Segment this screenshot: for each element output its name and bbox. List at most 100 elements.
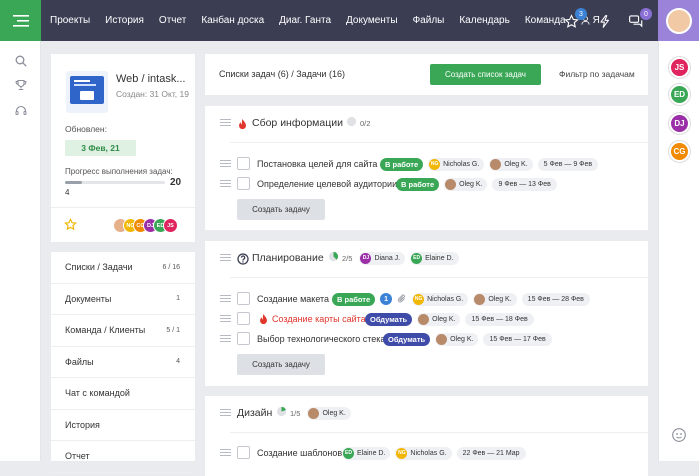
nav-projects[interactable]: Проекты <box>50 15 90 26</box>
date-range[interactable]: 15 Фев — 28 Фев <box>521 292 590 306</box>
menu-item-label: Списки / Задачи <box>65 262 133 273</box>
task-checkbox[interactable] <box>237 177 250 190</box>
status-tag[interactable]: Обдумать <box>365 312 413 326</box>
messages-button[interactable]: 0 <box>626 8 652 31</box>
menu-item-label: Отчет <box>65 451 90 462</box>
task-checkbox[interactable] <box>237 332 250 345</box>
menu-item[interactable]: Списки / Задачи 6 / 16 <box>51 252 195 284</box>
task-title[interactable]: Создание шаблонов <box>257 448 342 458</box>
status-tag[interactable]: В работе <box>332 292 376 306</box>
team-member-avatar[interactable]: ED <box>669 84 690 105</box>
create-task-button[interactable]: Создать задачу <box>237 199 325 220</box>
right-rail: JS ED DJ CG <box>658 41 699 461</box>
quick-actions-button[interactable] <box>595 11 615 31</box>
assignee-chip[interactable]: DJ Diana J. <box>359 251 406 265</box>
menu-item-count: 1 <box>176 295 180 303</box>
task-chips: В работе NG Nicholas G. Oleg K. 5 Фев — 9 Фе… <box>380 157 603 171</box>
menu-item[interactable]: Отчет <box>51 441 195 473</box>
drag-handle-icon[interactable] <box>220 160 231 167</box>
task-checkbox[interactable] <box>237 446 250 459</box>
status-tag[interactable]: В работе <box>380 157 424 171</box>
task-list-title[interactable]: Планирование <box>252 252 324 264</box>
assignee-chip[interactable]: NG Nicholas G. <box>412 292 469 306</box>
nav-team[interactable]: Команда <box>525 15 566 26</box>
comment-count-badge[interactable]: 1 <box>380 293 393 305</box>
attachment-icon[interactable] <box>397 294 407 304</box>
create-task-button[interactable]: Создать задачу <box>237 354 325 375</box>
date-range[interactable]: 22 Фев — 21 Мар <box>456 446 526 460</box>
task-title[interactable]: Создание макета <box>257 294 329 304</box>
task-checkbox[interactable] <box>237 157 250 170</box>
project-title[interactable]: Web / intask... <box>116 73 186 85</box>
date-range[interactable]: 15 Фев — 17 Фев <box>483 332 552 346</box>
nav-history[interactable]: История <box>105 15 144 26</box>
team-member-avatar[interactable]: DJ <box>669 113 690 134</box>
tasks-summary: Списки задач (6) / Задачи (16) <box>219 69 345 79</box>
assignee-chip[interactable]: Oleg K. <box>444 177 488 191</box>
assignee-chip[interactable]: Oleg K. <box>307 406 351 420</box>
project-menu: Списки / Задачи 6 / 16 Документы 1 Команда /… <box>51 252 195 473</box>
progress-pie-icon <box>328 249 339 267</box>
task-title[interactable]: Определение целевой аудитории <box>257 179 397 189</box>
avatar[interactable]: JS <box>163 218 178 233</box>
assignee-chip[interactable]: NG Nicholas G. <box>428 157 485 171</box>
assignee-chip[interactable]: ED Elaine D. <box>410 251 459 265</box>
project-thumbnail[interactable] <box>66 71 108 113</box>
task-title[interactable]: Создание карты сайта <box>272 314 366 324</box>
create-task-list-button[interactable]: Создать список задач <box>430 64 541 85</box>
task-list-title[interactable]: Сбор информации <box>252 117 343 129</box>
task-checkbox[interactable] <box>237 292 250 305</box>
assignee-chip[interactable]: NG Nicholas G. <box>395 446 452 460</box>
updated-label: Обновлен: <box>65 124 107 134</box>
assignee-chip[interactable]: Oleg K. <box>417 312 461 326</box>
menu-button[interactable] <box>0 0 41 41</box>
menu-item[interactable]: Документы 1 <box>51 284 195 315</box>
menu-item[interactable]: Команда / Клиенты 5 / 1 <box>51 315 195 347</box>
assignee-name: Elaine D. <box>425 254 454 262</box>
date-range[interactable]: 5 Фев — 9 Фев <box>537 157 599 171</box>
date-range[interactable]: 9 Фев — 13 Фев <box>492 177 557 191</box>
menu-item[interactable]: Чат с командой <box>51 378 195 410</box>
task-title[interactable]: Выбор технологического стека <box>257 334 385 344</box>
date-range[interactable]: 15 Фев — 18 Фев <box>465 312 534 326</box>
task-checkbox[interactable] <box>237 312 250 325</box>
drag-handle-icon[interactable] <box>220 295 231 302</box>
drag-handle-icon[interactable] <box>220 119 231 126</box>
favorites-button[interactable]: 3 <box>561 8 587 31</box>
nav-calendar[interactable]: Календарь <box>459 15 509 26</box>
team-member-avatar[interactable]: JS <box>669 57 690 78</box>
nav-kanban[interactable]: Канбан доска <box>201 15 264 26</box>
assignee-chip[interactable]: Oleg K. <box>435 332 479 346</box>
assignee-chip[interactable]: ED Elaine D. <box>342 446 391 460</box>
assignee-chip[interactable]: Oleg K. <box>473 292 517 306</box>
assignee-chip[interactable]: Oleg K. <box>489 157 533 171</box>
nav-documents[interactable]: Документы <box>346 15 398 26</box>
drag-handle-icon[interactable] <box>220 409 231 416</box>
achievements-button[interactable] <box>13 77 28 92</box>
task-row: Выбор технологического стека Обдумать Oleg… <box>205 329 648 349</box>
filter-tasks-link[interactable]: Фильтр по задачам <box>559 69 635 79</box>
favorite-project-button[interactable] <box>63 217 78 236</box>
task-title[interactable]: Постановка целей для сайта <box>257 159 377 169</box>
menu-item[interactable]: Файлы 4 <box>51 347 195 378</box>
project-team-avatars[interactable]: NG CG DJ ED JS <box>113 218 193 233</box>
progress-bar <box>65 181 165 184</box>
drag-handle-icon[interactable] <box>220 449 231 456</box>
nav-files[interactable]: Файлы <box>413 15 445 26</box>
drag-handle-icon[interactable] <box>220 254 231 261</box>
nav-gantt[interactable]: Диаг. Ганта <box>279 15 331 26</box>
support-chat-button[interactable] <box>671 427 687 448</box>
team-member-avatar[interactable]: CG <box>669 141 690 162</box>
search-button[interactable] <box>13 53 28 68</box>
status-tag[interactable]: Обдумать <box>383 332 431 346</box>
task-row: Определение целевой аудитории В работе Ole… <box>205 174 648 194</box>
drag-handle-icon[interactable] <box>220 180 231 187</box>
current-user-avatar[interactable] <box>658 0 699 41</box>
drag-handle-icon[interactable] <box>220 315 231 322</box>
drag-handle-icon[interactable] <box>220 335 231 342</box>
nav-report[interactable]: Отчет <box>159 15 186 26</box>
status-tag[interactable]: В работе <box>396 177 440 191</box>
menu-item[interactable]: История <box>51 410 195 441</box>
support-button[interactable] <box>13 103 28 118</box>
task-list-title[interactable]: Дизайн <box>237 407 272 419</box>
